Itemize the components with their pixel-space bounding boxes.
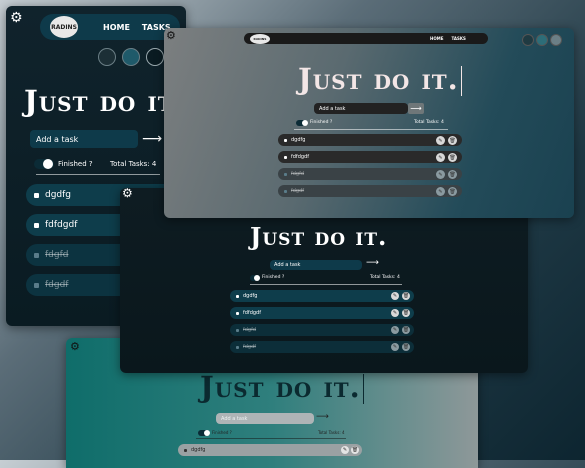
gear-icon[interactable]: ⚙: [10, 10, 23, 26]
theme-dot-light[interactable]: [550, 34, 562, 46]
finished-label: Finished ?: [58, 160, 93, 168]
checkbox-icon[interactable]: [236, 345, 239, 349]
arrow-right-icon[interactable]: ⟶: [366, 258, 379, 268]
task-input[interactable]: Add a task: [216, 413, 314, 424]
toggle-knob: [254, 275, 260, 281]
total-tasks: Total Tasks: 4: [414, 120, 444, 125]
trash-icon[interactable]: 🗑: [402, 343, 410, 351]
page-title: Just do it.: [298, 62, 462, 96]
gear-icon[interactable]: ⚙: [70, 340, 80, 353]
logo[interactable]: RADINS: [250, 33, 270, 44]
checkbox-icon[interactable]: [236, 294, 239, 298]
task-input[interactable]: Add a task: [30, 130, 138, 148]
divider: [294, 129, 448, 130]
page-title: Just do it.: [24, 84, 185, 118]
navbar: RADINS HOME TASKS: [40, 14, 180, 40]
edit-icon[interactable]: ✎: [391, 292, 399, 300]
nav-tasks[interactable]: TASKS: [451, 36, 465, 41]
checkbox-icon[interactable]: [34, 252, 39, 258]
checkbox-icon[interactable]: [34, 282, 39, 288]
task-row[interactable]: dgdfg ✎ 🗑: [278, 134, 462, 146]
divider: [36, 174, 160, 175]
logo[interactable]: RADINS: [50, 16, 78, 38]
edit-icon[interactable]: ✎: [391, 343, 399, 351]
task-row[interactable]: fdgdf ✎ 🗑: [278, 185, 462, 197]
toggle-knob: [43, 159, 53, 169]
trash-icon[interactable]: 🗑: [448, 136, 457, 145]
edit-icon[interactable]: ✎: [436, 187, 445, 196]
task-row[interactable]: fdfdgdf ✎ 🗑: [230, 307, 414, 319]
navbar: RADINS HOME TASKS: [244, 33, 488, 44]
nav-home[interactable]: HOME: [103, 23, 130, 32]
task-row[interactable]: dgdfg ✎ 🗑: [230, 290, 414, 302]
total-tasks: Total Tasks: 4: [370, 275, 400, 280]
theme-dot-dark[interactable]: [98, 48, 116, 66]
theme-dot-teal[interactable]: [122, 48, 140, 66]
trash-icon[interactable]: 🗑: [351, 446, 359, 454]
trash-icon[interactable]: 🗑: [402, 292, 410, 300]
divider: [250, 284, 402, 285]
nav-home[interactable]: HOME: [430, 36, 443, 41]
finished-label: Finished ?: [212, 430, 232, 435]
checkbox-icon[interactable]: [284, 138, 287, 142]
text-cursor: [362, 374, 364, 404]
checkbox-icon[interactable]: [184, 448, 187, 452]
edit-icon[interactable]: ✎: [436, 170, 445, 179]
total-tasks: Total Tasks: 4: [318, 430, 345, 435]
trash-icon[interactable]: 🗑: [448, 170, 457, 179]
arrow-right-icon[interactable]: ⟶: [142, 131, 162, 147]
toggle-knob: [302, 120, 308, 126]
edit-icon[interactable]: ✎: [436, 153, 445, 162]
task-row[interactable]: dgdfg ✎ 🗑: [178, 444, 362, 456]
finished-label: Finished ?: [310, 120, 333, 125]
text-cursor: [460, 66, 462, 96]
task-input[interactable]: Add a task: [314, 103, 408, 114]
total-tasks: Total Tasks: 4: [110, 160, 157, 168]
divider: [196, 438, 346, 439]
trash-icon[interactable]: 🗑: [448, 153, 457, 162]
theme-dot-dark[interactable]: [522, 34, 534, 46]
edit-icon[interactable]: ✎: [391, 326, 399, 334]
checkbox-icon[interactable]: [236, 311, 239, 315]
task-row[interactable]: fdgdf ✎ 🗑: [230, 341, 414, 353]
arrow-right-icon[interactable]: ⟶: [408, 103, 424, 114]
page-title: Just do it.: [250, 222, 388, 251]
gear-icon[interactable]: ⚙: [122, 188, 133, 200]
task-row[interactable]: fdfdgdf ✎ 🗑: [278, 151, 462, 163]
trash-icon[interactable]: 🗑: [448, 187, 457, 196]
task-input[interactable]: Add a task: [270, 260, 362, 270]
trash-icon[interactable]: 🗑: [402, 326, 410, 334]
checkbox-icon[interactable]: [284, 172, 287, 176]
page-title: Just do it.: [200, 370, 364, 404]
checkbox-icon[interactable]: [236, 328, 239, 332]
arrow-right-icon[interactable]: ⟶: [316, 412, 329, 422]
theme-dot-teal[interactable]: [536, 34, 548, 46]
task-row[interactable]: fdgfd ✎ 🗑: [230, 324, 414, 336]
toggle-knob: [204, 430, 210, 436]
trash-icon[interactable]: 🗑: [402, 309, 410, 317]
gear-icon[interactable]: ⚙: [166, 29, 176, 42]
checkbox-icon[interactable]: [284, 189, 287, 193]
window-gray: ⚙ RADINS HOME TASKS Just do it. Add a ta…: [164, 28, 574, 218]
edit-icon[interactable]: ✎: [391, 309, 399, 317]
finished-label: Finished ?: [262, 275, 285, 280]
checkbox-icon[interactable]: [284, 155, 287, 159]
edit-icon[interactable]: ✎: [436, 136, 445, 145]
theme-dot-light[interactable]: [146, 48, 164, 66]
task-row[interactable]: fdgfd ✎ 🗑: [278, 168, 462, 180]
checkbox-icon[interactable]: [34, 222, 39, 228]
checkbox-icon[interactable]: [34, 192, 39, 198]
edit-icon[interactable]: ✎: [341, 446, 349, 454]
